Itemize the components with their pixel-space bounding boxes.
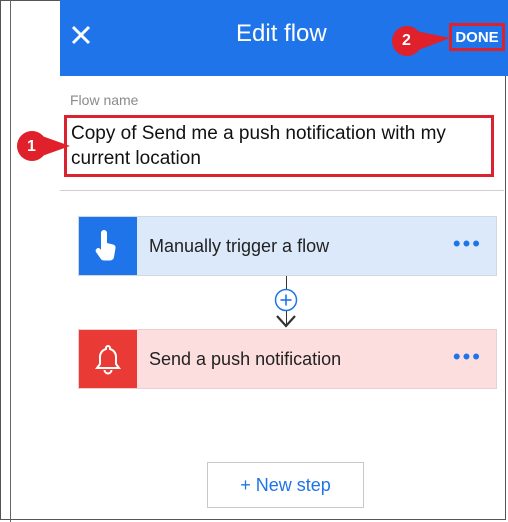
hand-tap-icon: [79, 217, 137, 275]
callout-2-number: 2: [402, 32, 411, 49]
plus-circle-icon[interactable]: [274, 288, 298, 312]
divider: [60, 190, 504, 191]
close-icon[interactable]: [68, 22, 94, 48]
done-button[interactable]: DONE: [449, 23, 505, 51]
callout-1-marker: [17, 131, 70, 161]
callout-2-marker: [392, 26, 450, 56]
bell-icon: [79, 330, 137, 388]
arrow-down-icon: [276, 315, 296, 328]
page-title: Edit flow: [236, 20, 327, 47]
more-options-button[interactable]: •••: [453, 231, 482, 257]
callout-1-number: 1: [27, 138, 36, 155]
more-options-button[interactable]: •••: [453, 344, 482, 370]
new-step-button[interactable]: + New step: [207, 462, 364, 508]
step-label: Manually trigger a flow: [149, 236, 330, 256]
step-card-manual-trigger[interactable]: Manually trigger a flow •••: [78, 216, 497, 276]
step-card-push-notification[interactable]: Send a push notification •••: [78, 329, 497, 389]
step-label: Send a push notification: [149, 349, 342, 369]
flow-name-label: Flow name: [70, 92, 139, 108]
left-border-line: [10, 0, 11, 522]
flow-name-input[interactable]: Copy of Send me a push notification with…: [64, 115, 494, 177]
